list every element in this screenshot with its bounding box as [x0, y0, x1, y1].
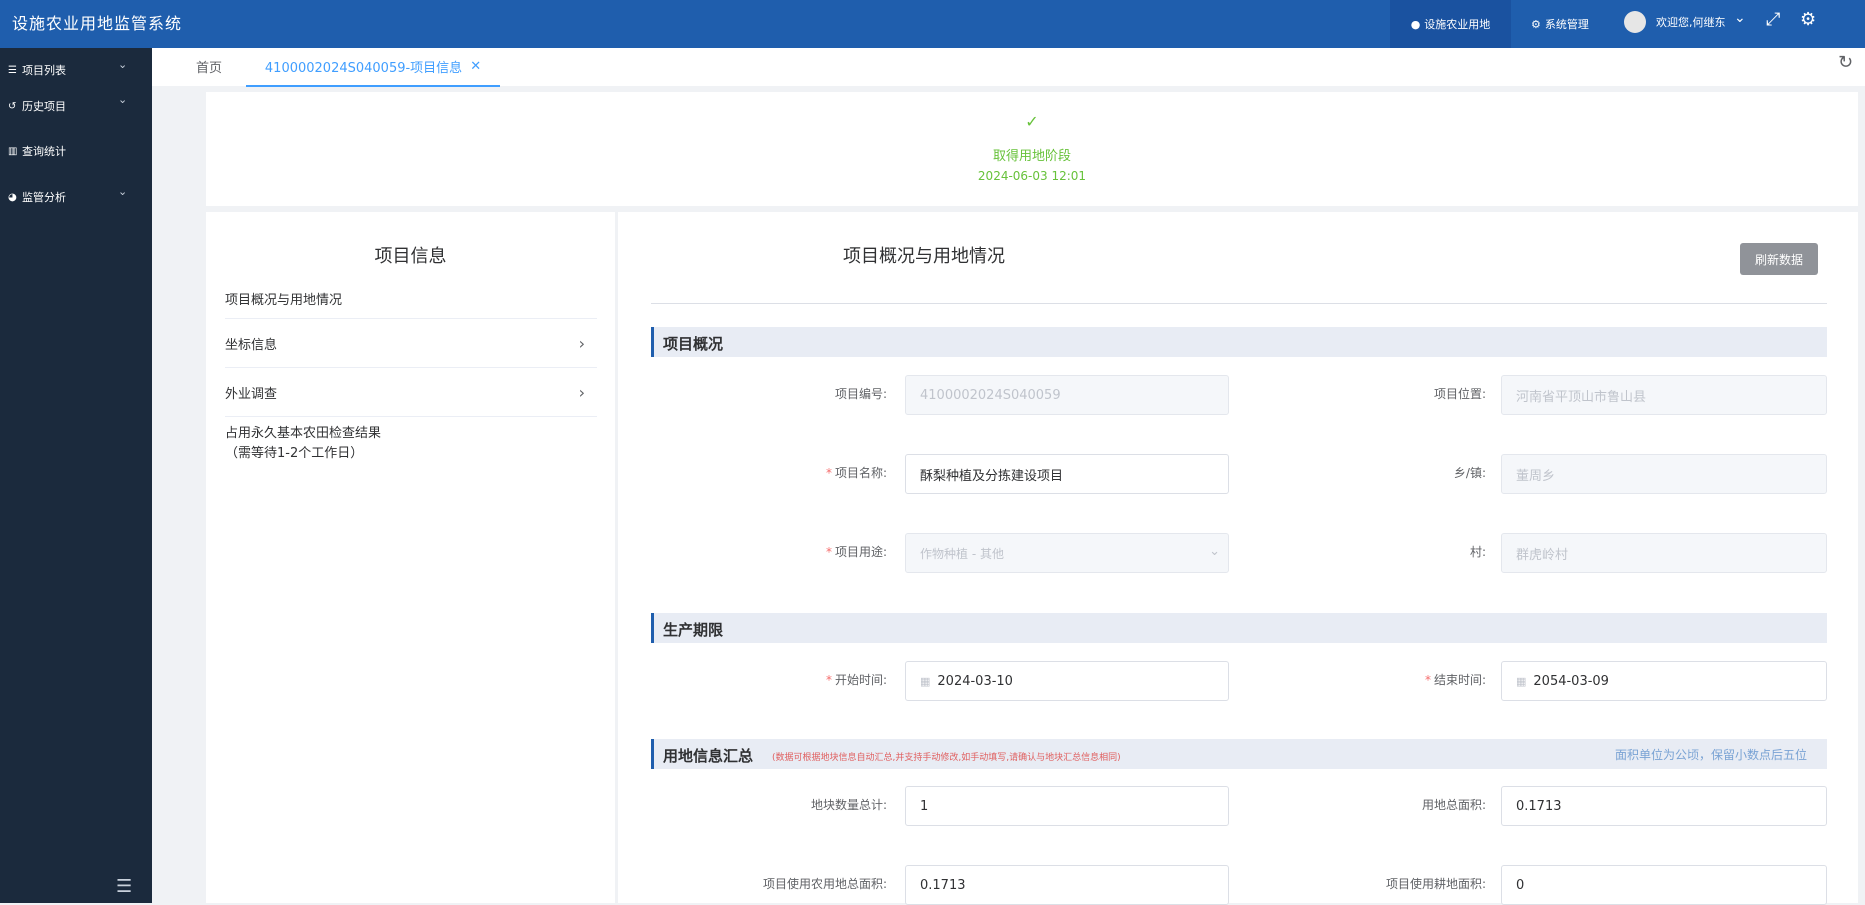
nav-tab-label: 设施农业用地: [1424, 18, 1491, 31]
check-icon: ✓: [1025, 112, 1039, 131]
panel-title: 项目信息: [374, 246, 447, 267]
village-field[interactable]: 群虎岭村: [1501, 533, 1827, 573]
chevron-right-icon: ›: [578, 383, 585, 402]
sidebar-item-label: 历史项目: [22, 100, 66, 113]
sidebar-item-project-list[interactable]: ☰ 项目列表: [8, 62, 66, 78]
sidebar-item-label: 监管分析: [22, 191, 66, 204]
nav-tab-facility-agri[interactable]: ● 设施农业用地: [1390, 0, 1511, 48]
stage-card: ✓ 取得用地阶段 2024-06-03 12:01: [206, 92, 1858, 206]
globe-icon: ●: [1410, 17, 1421, 31]
tab-project-info[interactable]: 4100002024S040059-项目信息 ✕: [246, 48, 500, 87]
parcel-count-input[interactable]: 1: [905, 786, 1229, 826]
field-label: * 开始时间:: [825, 673, 887, 687]
menu-item-coordinates[interactable]: 坐标信息 ›: [225, 334, 597, 353]
chevron-down-icon[interactable]: ⌄: [118, 185, 127, 198]
avatar[interactable]: [1624, 11, 1646, 33]
agri-land-area-input[interactable]: 0.1713: [905, 865, 1229, 905]
chevron-down-icon[interactable]: ⌄: [1734, 10, 1746, 26]
calendar-icon: ▦: [1516, 674, 1527, 688]
chevron-down-icon[interactable]: ⌄: [118, 58, 127, 71]
user-greeting[interactable]: 欢迎您,何继东: [1656, 14, 1726, 30]
project-info-menu: 项目信息 项目概况与用地情况 坐标信息 › 外业调查 › 占用永久基本农田检查结…: [206, 212, 615, 903]
required-mark: *: [1424, 673, 1431, 687]
sidebar-item-statistics[interactable]: ▥ 查询统计: [8, 143, 66, 159]
calendar-icon: ▦: [920, 674, 931, 688]
history-icon: ↺: [8, 100, 17, 112]
sidebar-item-analysis[interactable]: ◕ 监管分析: [8, 189, 66, 205]
menu-item-label: 坐标信息: [225, 338, 278, 353]
field-label: 项目编号:: [834, 387, 887, 401]
stage-time: 2024-06-03 12:01: [977, 169, 1087, 183]
bar-chart-icon: ▥: [8, 145, 18, 157]
project-name-input[interactable]: 酥梨种植及分拣建设项目: [905, 454, 1229, 494]
menu-item-label: 项目概况与用地情况: [225, 293, 343, 308]
cogs-icon: ⚙: [1531, 17, 1541, 31]
field-label: 地块数量总计:: [810, 798, 887, 812]
end-date-picker[interactable]: ▦ 2054-03-09: [1501, 661, 1827, 701]
field-label: * 项目名称:: [825, 466, 887, 480]
tab-home[interactable]: 首页: [196, 57, 222, 76]
section-header-overview: 项目概况: [651, 327, 1827, 357]
nav-tab-label: 系统管理: [1544, 18, 1589, 31]
project-location-field[interactable]: 河南省平顶山市鲁山县: [1501, 375, 1827, 415]
tab-bar: 首页 4100002024S040059-项目信息 ✕: [152, 48, 1865, 87]
sidebar: ☰ 项目列表 ⌄ ↺ 历史项目 ⌄ ▥ 查询统计 ◕ 监管分析 ⌄ ☰: [0, 48, 152, 903]
field-label: 村:: [1469, 545, 1486, 559]
close-icon[interactable]: ✕: [470, 59, 481, 74]
pie-chart-icon: ◕: [8, 191, 17, 203]
field-label: 项目使用农用地总面积:: [762, 877, 887, 891]
app-title: 设施农业用地监管系统: [12, 14, 183, 33]
menu-item-overview[interactable]: 项目概况与用地情况: [225, 289, 597, 308]
fullscreen-icon[interactable]: ⤢: [1766, 9, 1780, 30]
menu-item-field-survey[interactable]: 外业调查 ›: [225, 383, 597, 402]
collapse-menu-icon[interactable]: ☰: [116, 876, 132, 897]
section-title: 生产期限: [663, 621, 724, 639]
field-label: 项目位置:: [1433, 387, 1486, 401]
reload-icon[interactable]: ↻: [1838, 52, 1853, 73]
unit-note: 面积单位为公顷，保留小数点后五位: [1614, 748, 1807, 762]
menu-item-label: 占用永久基本农田检查结果: [225, 426, 382, 441]
field-label: * 结束时间:: [1424, 673, 1486, 687]
divider: [225, 318, 597, 319]
section-header-land: 用地信息汇总 (数据可根据地块信息自动汇总,并支持手动修改,如手动填写,请确认与…: [651, 739, 1827, 769]
chevron-down-icon[interactable]: ⌄: [118, 93, 127, 106]
tab-label: 4100002024S040059-项目信息: [264, 61, 463, 76]
section-title: 项目概况: [663, 335, 724, 353]
project-usage-select[interactable]: 作物种植 - 其他 ⌄: [905, 533, 1229, 573]
section-title: 用地信息汇总: [663, 747, 754, 765]
section-note: (数据可根据地块信息自动汇总,并支持手动修改,如手动填写,请确认与地块汇总信息相…: [772, 753, 1121, 763]
required-mark: *: [825, 673, 832, 687]
nav-tab-system-admin[interactable]: ⚙ 系统管理: [1531, 0, 1601, 48]
field-label: 项目使用耕地面积:: [1385, 877, 1486, 891]
divider: [225, 416, 597, 417]
field-label: 用地总面积:: [1421, 798, 1486, 812]
township-field[interactable]: 董周乡: [1501, 454, 1827, 494]
menu-item-sublabel: （需等待1-2个工作日）: [225, 446, 364, 461]
start-date-picker[interactable]: ▦ 2024-03-10: [905, 661, 1229, 701]
required-mark: *: [825, 545, 832, 559]
menu-item-farmland-check[interactable]: 占用永久基本农田检查结果 （需等待1-2个工作日）: [225, 424, 597, 464]
section-header-period: 生产期限: [651, 613, 1827, 643]
divider: [651, 303, 1827, 304]
sidebar-item-label: 查询统计: [22, 145, 66, 158]
field-label: 乡/镇:: [1453, 466, 1486, 480]
sidebar-item-label: 项目列表: [22, 64, 66, 77]
list-icon: ☰: [8, 64, 17, 76]
required-mark: *: [825, 466, 832, 480]
page-title: 项目概况与用地情况: [843, 246, 1005, 267]
refresh-data-button[interactable]: 刷新数据: [1740, 243, 1818, 275]
arable-land-area-input[interactable]: 0: [1501, 865, 1827, 905]
sidebar-item-history[interactable]: ↺ 历史项目: [8, 98, 66, 114]
top-header: 设施农业用地监管系统 ● 设施农业用地 ⚙ 系统管理 欢迎您,何继东 ⌄ ⤢ ⚙: [0, 0, 1865, 48]
chevron-right-icon: ›: [578, 334, 585, 353]
menu-item-label: 外业调查: [225, 387, 278, 402]
total-area-input[interactable]: 0.1713: [1501, 786, 1827, 826]
field-label: * 项目用途:: [825, 545, 887, 559]
divider: [225, 367, 597, 368]
settings-icon[interactable]: ⚙: [1800, 9, 1816, 30]
chevron-down-icon: ⌄: [1209, 544, 1220, 559]
stage-name: 取得用地阶段: [992, 149, 1071, 164]
main-form-panel: 项目概况与用地情况 刷新数据 项目概况 项目编号: 4100002024S040…: [618, 212, 1858, 905]
project-code-field[interactable]: 4100002024S040059: [905, 375, 1229, 415]
